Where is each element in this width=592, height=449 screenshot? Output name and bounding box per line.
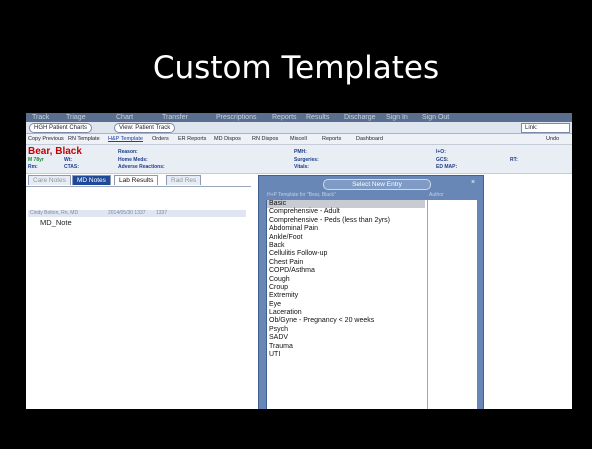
template-item-basic[interactable]: Basic bbox=[267, 200, 425, 209]
patient-banner: Bear, Black M 78yr Wt: Rm: CTAS: Reason:… bbox=[26, 145, 572, 174]
copy-previous-button[interactable]: Copy Previous bbox=[28, 134, 64, 144]
nav-tab-track[interactable]: Track bbox=[32, 113, 49, 122]
template-item-psych[interactable]: Psych bbox=[267, 326, 425, 334]
edmap-label: ED MAP: bbox=[436, 164, 458, 170]
adverse-reactions-label: Adverse Reactions: bbox=[118, 164, 165, 170]
template-item-ob-gyne[interactable]: Ob/Gyne - Pregnancy < 20 weeks bbox=[267, 317, 425, 325]
template-item-extremity[interactable]: Extremity bbox=[267, 292, 425, 300]
nav-tab-triage[interactable]: Triage bbox=[66, 113, 86, 122]
surgeries-label: Surgeries: bbox=[294, 157, 319, 163]
note-time: 1337 bbox=[156, 210, 168, 216]
nav-tab-prescriptions[interactable]: Prescriptions bbox=[216, 113, 256, 122]
template-item-ankle-foot[interactable]: Ankle/Foot bbox=[267, 234, 425, 242]
er-reports-button[interactable]: ER Reports bbox=[178, 134, 206, 144]
patient-name: Bear, Black bbox=[28, 146, 82, 157]
template-item-back[interactable]: Back bbox=[267, 242, 425, 250]
dashboard-button[interactable]: Dashboard bbox=[356, 134, 383, 144]
template-item-copd-asthma[interactable]: COPD/Asthma bbox=[267, 267, 425, 275]
select-entry-dialog: Select New Entry × H+P Template for "Bea… bbox=[258, 175, 484, 409]
note-datetime: 2014/05/30 1337 bbox=[108, 210, 146, 216]
close-icon[interactable]: × bbox=[469, 179, 477, 187]
gcs-label: GCS: bbox=[436, 157, 449, 163]
reports-button[interactable]: Reports bbox=[322, 134, 341, 144]
template-item-croup[interactable]: Croup bbox=[267, 284, 425, 292]
template-item-uti[interactable]: UTI bbox=[267, 351, 425, 359]
note-author: Cindy Bolton, Rn, MD bbox=[30, 210, 79, 216]
tab-care-notes[interactable]: Care Notes bbox=[28, 175, 71, 185]
nav-tab-discharge[interactable]: Discharge bbox=[344, 113, 376, 122]
tab-lab-results[interactable]: Lab Results bbox=[114, 175, 159, 185]
template-item-sadv[interactable]: SADV bbox=[267, 334, 425, 342]
template-item-chest-pain[interactable]: Chest Pain bbox=[267, 259, 425, 267]
toolbar: Copy Previous RN Template H&P Template O… bbox=[26, 134, 572, 145]
top-nav: Track Triage Chart Transfer Prescription… bbox=[26, 113, 572, 122]
tab-md-notes[interactable]: MD Notes bbox=[72, 175, 111, 185]
miscell-button[interactable]: Miscell bbox=[290, 134, 307, 144]
orders-button[interactable]: Orders bbox=[152, 134, 169, 144]
template-item-comp-adult[interactable]: Comprehensive - Adult bbox=[267, 208, 425, 216]
template-item-trauma[interactable]: Trauma bbox=[267, 343, 425, 351]
template-item-eye[interactable]: Eye bbox=[267, 301, 425, 309]
template-item-cellulitis[interactable]: Cellulitis Follow-up bbox=[267, 250, 425, 258]
nav-tab-sign-in[interactable]: Sign In bbox=[386, 113, 408, 122]
template-list: Basic Comprehensive - Adult Comprehensiv… bbox=[266, 200, 477, 409]
nav-tab-transfer[interactable]: Transfer bbox=[162, 113, 188, 122]
room-label: Rm: bbox=[28, 164, 38, 170]
nav-tab-reports[interactable]: Reports bbox=[272, 113, 297, 122]
undo-button[interactable]: Undo bbox=[546, 134, 559, 144]
emr-screenshot: Track Triage Chart Transfer Prescription… bbox=[26, 113, 572, 409]
template-item-abdominal-pain[interactable]: Abdominal Pain bbox=[267, 225, 425, 233]
home-meds-label: Home Meds: bbox=[118, 157, 148, 163]
notes-panel: Cindy Bolton, Rn, MD 2014/05/30 1337 133… bbox=[26, 186, 251, 409]
rt-label: RT: bbox=[510, 157, 518, 163]
weight-label: Wt: bbox=[64, 157, 73, 163]
ctas-label: CTAS: bbox=[64, 164, 79, 170]
template-item-cough[interactable]: Cough bbox=[267, 276, 425, 284]
reason-label: Reason: bbox=[118, 149, 138, 155]
patient-demographics: M 78yr bbox=[28, 157, 44, 163]
view-track-button[interactable]: View: Patient Track bbox=[114, 123, 176, 133]
vitals-label: Vitals: bbox=[294, 164, 309, 170]
author-column-header: Author bbox=[429, 192, 444, 198]
md-dispos-button[interactable]: MD Dispos bbox=[214, 134, 241, 144]
note-title: MD_Note bbox=[40, 218, 72, 227]
nav-tab-sign-out[interactable]: Sign Out bbox=[422, 113, 449, 122]
rn-template-button[interactable]: RN Template bbox=[68, 134, 100, 144]
io-label: I+O: bbox=[436, 149, 446, 155]
link-dropdown[interactable]: Link: bbox=[521, 123, 570, 133]
nav-tab-chart[interactable]: Chart bbox=[116, 113, 133, 122]
template-item-comp-peds[interactable]: Comprehensive - Peds (less than 2yrs) bbox=[267, 217, 425, 225]
patient-charts-button[interactable]: HGH Patient Charts bbox=[29, 123, 93, 133]
tab-rad-results[interactable]: Rad Res bbox=[166, 175, 202, 185]
template-item-laceration[interactable]: Laceration bbox=[267, 309, 425, 317]
pmh-label: PMH: bbox=[294, 149, 307, 155]
rn-dispos-button[interactable]: RN Dispos bbox=[252, 134, 278, 144]
slide-title: Custom Templates bbox=[152, 50, 440, 86]
column-divider bbox=[427, 200, 428, 409]
chart-bar: HGH Patient Charts View: Patient Track L… bbox=[26, 122, 572, 134]
nav-tab-results[interactable]: Results bbox=[306, 113, 329, 122]
note-row[interactable]: Cindy Bolton, Rn, MD 2014/05/30 1337 133… bbox=[28, 210, 246, 217]
dialog-title: Select New Entry bbox=[323, 179, 431, 190]
template-column-header: H+P Template for "Bear, Black" bbox=[267, 192, 336, 198]
hp-template-button[interactable]: H&P Template bbox=[108, 134, 143, 144]
